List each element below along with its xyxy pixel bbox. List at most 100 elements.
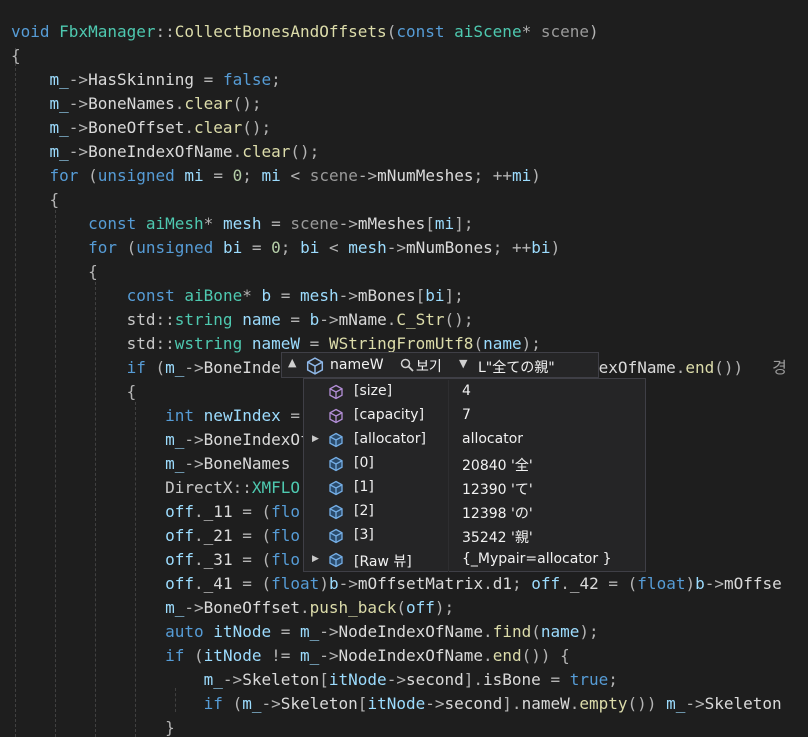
datatip-header[interactable]: ▲ nameW 보기 ▼ L"全ての親"	[281, 352, 599, 378]
code-token: [	[357, 694, 368, 713]
datatip-row-value[interactable]: 7	[462, 407, 471, 423]
code-line[interactable]: {	[11, 188, 60, 212]
code-line[interactable]: m_->HasSkinning = false;	[11, 68, 281, 92]
code-token: BoneNames	[203, 454, 291, 473]
code-line[interactable]: {	[11, 380, 137, 404]
code-token: m_	[165, 454, 185, 473]
column-divider[interactable]	[448, 380, 449, 404]
code-token: .	[299, 598, 310, 617]
column-divider[interactable]	[448, 500, 449, 524]
datatip-row[interactable]: [2] 12398 'の'	[304, 500, 645, 524]
visualizer-dropdown-icon[interactable]: ▼	[459, 357, 467, 370]
code-token: ->	[338, 214, 358, 233]
datatip-row-value[interactable]: 12398 'の'	[462, 503, 533, 523]
collapse-triangle-icon[interactable]: ▲	[288, 356, 296, 369]
code-token: )	[685, 574, 696, 593]
code-line[interactable]: m_->BoneOffset.clear();	[11, 116, 272, 140]
datatip-panel[interactable]: [size] 4 [capacity] 7 ▶ [allocator] allocator […	[303, 378, 646, 572]
datatip-row[interactable]: ▶ [Raw 뷰] {_Mypair=allocator }	[304, 548, 645, 572]
magnifier-icon[interactable]	[400, 358, 414, 376]
expand-arrow-icon[interactable]: ▶	[312, 554, 319, 564]
code-line[interactable]: std::string name = b->mName.C_Str();	[11, 308, 474, 332]
code-line[interactable]: auto itNode = m_->NodeIndexOfName.find(n…	[11, 620, 599, 644]
code-token: ::	[155, 22, 175, 41]
code-token: b	[695, 574, 705, 593]
column-divider[interactable]	[448, 476, 449, 500]
column-divider[interactable]	[448, 452, 449, 476]
code-token: m_	[242, 694, 262, 713]
expand-arrow-icon[interactable]: ▶	[312, 434, 319, 444]
code-line[interactable]: const aiMesh* mesh = scene->mMeshes[mi];	[11, 212, 473, 236]
code-line[interactable]: for (unsigned mi = 0; mi < scene->mNumMe…	[11, 164, 541, 188]
code-token: flo	[271, 502, 301, 521]
code-line[interactable]: m_->BoneIndexOf	[11, 428, 310, 452]
code-token: ->	[184, 598, 204, 617]
datatip-row-value[interactable]: allocator	[462, 431, 523, 447]
code-line[interactable]: {	[11, 260, 98, 284]
code-line[interactable]: m_->BoneIndexOfName.clear();	[11, 140, 320, 164]
datatip-row[interactable]: ▶ [allocator] allocator	[304, 428, 645, 452]
datatip-row[interactable]: [0] 20840 '全'	[304, 452, 645, 476]
datatip-row[interactable]: [size] 4	[304, 380, 645, 404]
datatip-row-value[interactable]: 4	[462, 383, 471, 399]
code-token: ->	[319, 310, 339, 329]
code-line[interactable]: if (m_->Skeleton[itNode->second].nameW.e…	[11, 692, 782, 716]
code-line[interactable]: m_->BoneNames.clear();	[11, 92, 262, 116]
code-token: .	[569, 694, 580, 713]
code-token: newIndex	[203, 406, 281, 425]
code-line[interactable]: m_->BoneNames	[11, 452, 290, 476]
datatip-row-value[interactable]: {_Mypair=allocator }	[462, 551, 611, 567]
column-divider[interactable]	[448, 404, 449, 428]
code-token: ())	[627, 694, 657, 713]
datatip-row-value[interactable]: 35242 '親'	[462, 527, 533, 547]
code-line[interactable]: void FbxManager::CollectBonesAndOffsets(…	[11, 20, 599, 44]
code-token: =	[550, 670, 561, 689]
datatip-row[interactable]: [capacity] 7	[304, 404, 645, 428]
code-line[interactable]: const aiBone* b = mesh->mBones[bi];	[11, 284, 464, 308]
code-line[interactable]: {	[11, 44, 21, 68]
code-token: ();	[242, 118, 272, 137]
code-line[interactable]: m_->BoneOffset.push_back(off);	[11, 596, 454, 620]
code-token: clear	[184, 94, 233, 113]
code-token: bi	[222, 238, 243, 257]
code-line[interactable]: for (unsigned bi = 0; bi < mesh->mNumBon…	[11, 236, 560, 260]
code-line[interactable]: int newIndex =	[11, 404, 300, 428]
datatip-row[interactable]: [3] 35242 '親'	[304, 524, 645, 548]
code-token: BoneIndexOf	[203, 430, 310, 449]
column-divider[interactable]	[448, 548, 449, 572]
code-token: ].	[502, 694, 522, 713]
visualizer-button[interactable]: 보기	[416, 356, 442, 376]
code-token: );	[434, 598, 455, 617]
code-line[interactable]: if (itNode != m_->NodeIndexOfName.end())…	[11, 644, 570, 668]
code-line[interactable]: }	[11, 716, 175, 737]
datatip-row-value[interactable]: 20840 '全'	[462, 455, 533, 475]
datatip-row[interactable]: [1] 12390 'て'	[304, 476, 645, 500]
code-line[interactable]: off._41 = (float)b->mOffsetMatrix.d1; of…	[11, 572, 782, 596]
code-token: name	[242, 310, 281, 329]
datatip-row-name: [2]	[354, 503, 374, 519]
column-divider[interactable]	[448, 428, 449, 452]
field-cube-icon	[328, 504, 344, 524]
code-token: WStringFromUtf8	[328, 334, 474, 353]
code-token: aiBone	[184, 286, 243, 305]
code-line[interactable]: DirectX::XMFLO	[11, 476, 300, 500]
datatip-row-name: [0]	[354, 455, 374, 471]
datatip-row-value[interactable]: 12390 'て'	[462, 479, 533, 499]
column-divider[interactable]	[448, 524, 449, 548]
code-line[interactable]: m_->Skeleton[itNode->second].isBone = tr…	[11, 668, 618, 692]
code-token: .	[194, 550, 204, 569]
code-token: ;	[492, 238, 503, 257]
code-token: ::	[155, 334, 175, 353]
